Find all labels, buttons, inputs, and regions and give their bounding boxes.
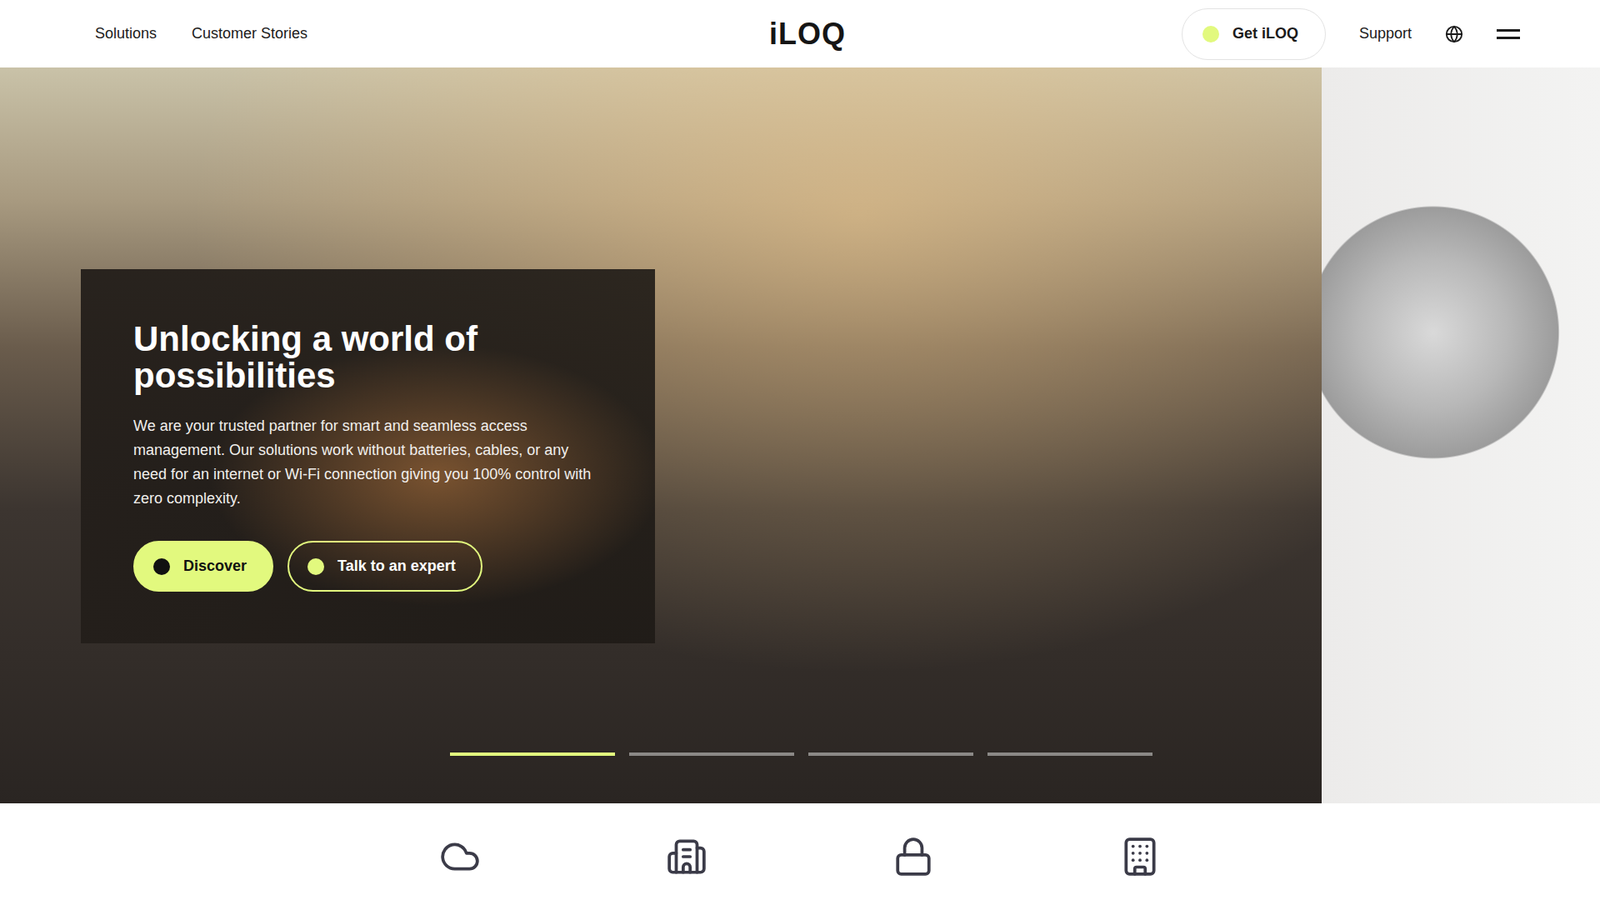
slide-progress — [450, 752, 615, 756]
feature-item[interactable] — [1026, 835, 1254, 878]
hero-card: Unlocking a world of possibilities We are… — [80, 269, 655, 644]
building-icon[interactable] — [665, 835, 708, 878]
globe-icon[interactable] — [1445, 25, 1464, 44]
office-icon[interactable] — [1119, 835, 1161, 878]
slide-indicator[interactable] — [987, 752, 1153, 756]
hero: Unlocking a world of possibilities We are… — [0, 67, 1600, 804]
menu-button[interactable] — [1496, 28, 1520, 40]
hero-text: We are your trusted partner for smart an… — [133, 414, 600, 511]
nav-link[interactable]: Customer Stories — [191, 25, 308, 43]
dot — [1202, 25, 1220, 43]
hero-photo: Unlocking a world of possibilities We are… — [0, 67, 1322, 804]
main-nav: Solutions Customer Stories — [95, 25, 770, 43]
header: Solutions Customer Stories iLOQ Get iLOQ Sup… — [0, 0, 1600, 68]
support-link[interactable]: Support — [1359, 25, 1412, 43]
slide-indicator[interactable] — [629, 752, 795, 756]
dot — [153, 558, 170, 575]
cloud-icon[interactable] — [439, 835, 481, 878]
hero-title: Unlocking a world of possibilities — [133, 320, 525, 395]
feature-item[interactable] — [346, 835, 574, 878]
feature-icons — [0, 803, 1600, 900]
slide-indicator[interactable] — [808, 752, 974, 756]
get-button[interactable]: Get iLOQ — [1181, 8, 1326, 60]
header-actions: Get iLOQ Support — [845, 8, 1520, 60]
menu-icon[interactable] — [1496, 28, 1520, 40]
hero-buttons: DiscoverTalk to an expert — [133, 540, 605, 592]
lock-photo — [1321, 67, 1600, 804]
logo[interactable]: iLOQ — [769, 16, 846, 52]
feature-item[interactable] — [800, 835, 1027, 878]
dot — [307, 558, 325, 575]
hero-button[interactable]: Talk to an expert — [287, 540, 483, 592]
hero-button[interactable]: Discover — [133, 540, 274, 592]
lock-icon[interactable] — [892, 835, 935, 878]
language-button[interactable] — [1445, 25, 1464, 44]
feature-item[interactable] — [573, 835, 800, 878]
slide-indicator-active[interactable] — [450, 752, 615, 756]
slide-indicators — [450, 752, 1153, 756]
page: Solutions Customer Stories iLOQ Get iLOQ Sup… — [0, 0, 1600, 900]
nav-link[interactable]: Solutions — [95, 25, 157, 43]
